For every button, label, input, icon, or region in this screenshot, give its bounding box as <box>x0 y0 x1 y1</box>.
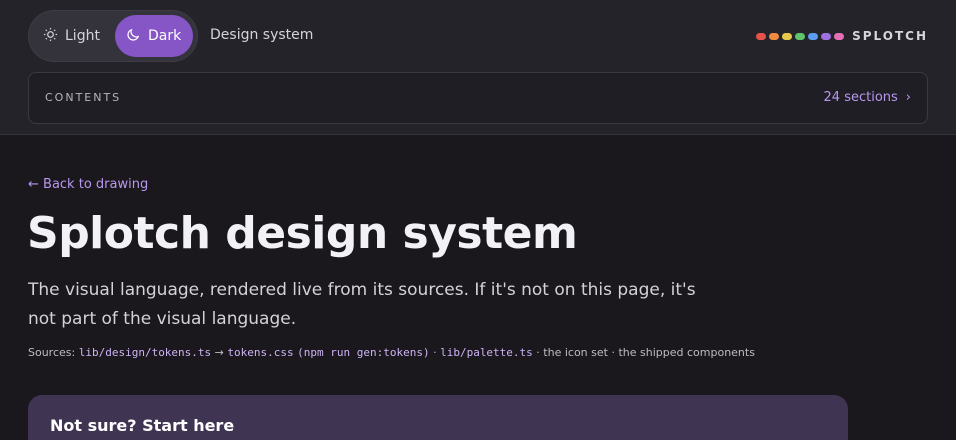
theme-light-label: Light <box>65 28 100 44</box>
theme-dark-label: Dark <box>148 28 182 44</box>
brand-dot <box>756 32 767 40</box>
brand-dot <box>821 32 832 40</box>
start-here-title: Not sure? Start here <box>50 416 235 435</box>
tokens-css-path: tokens.css <box>227 346 294 359</box>
icon-set-source: the icon set <box>543 346 608 359</box>
brand-name: SPLOTCH <box>852 29 928 43</box>
gen-tokens-command: (npm run gen:tokens) <box>297 346 430 359</box>
brand-dot <box>834 32 845 40</box>
page-label: Design system <box>210 27 314 43</box>
sections-count-link[interactable]: 24 sections › <box>824 90 911 105</box>
brand-dot <box>769 32 780 40</box>
theme-light-button[interactable]: Light <box>39 15 117 57</box>
separator: · <box>433 346 437 359</box>
brand-dots <box>756 32 845 40</box>
sources-prefix: Sources: <box>28 346 76 359</box>
theme-dark-button[interactable]: Dark <box>115 15 193 57</box>
moon-icon <box>126 27 141 46</box>
sections-count: 24 sections <box>823 90 898 105</box>
chevron-right-icon: › <box>905 90 911 105</box>
separator: · <box>536 346 540 359</box>
sources-line: Sources: lib/design/tokens.ts → tokens.c… <box>28 346 755 359</box>
top-bar: Light Dark Design system SPLOTCH CONTENT… <box>0 0 956 135</box>
brand-dot <box>782 32 793 40</box>
components-source: the shipped components <box>618 346 755 359</box>
theme-toggle: Light Dark <box>28 10 198 62</box>
tokens-ts-path: lib/design/tokens.ts <box>78 346 212 359</box>
brand-logo: SPLOTCH <box>756 29 928 43</box>
contents-toggle[interactable]: CONTENTS 24 sections › <box>28 72 928 124</box>
arrow-icon: → <box>214 346 224 359</box>
contents-label: CONTENTS <box>45 91 122 104</box>
brand-dot <box>795 32 806 40</box>
page-lede: The visual language, rendered live from … <box>28 280 696 329</box>
brand-dot <box>808 32 819 40</box>
palette-ts-path: lib/palette.ts <box>440 346 533 359</box>
start-here-card: Not sure? Start here <box>28 395 848 440</box>
back-to-drawing-link[interactable]: ← Back to drawing <box>28 177 148 192</box>
sun-icon <box>43 27 58 46</box>
separator: · <box>611 346 615 359</box>
page-title: Splotch design system <box>27 208 578 259</box>
